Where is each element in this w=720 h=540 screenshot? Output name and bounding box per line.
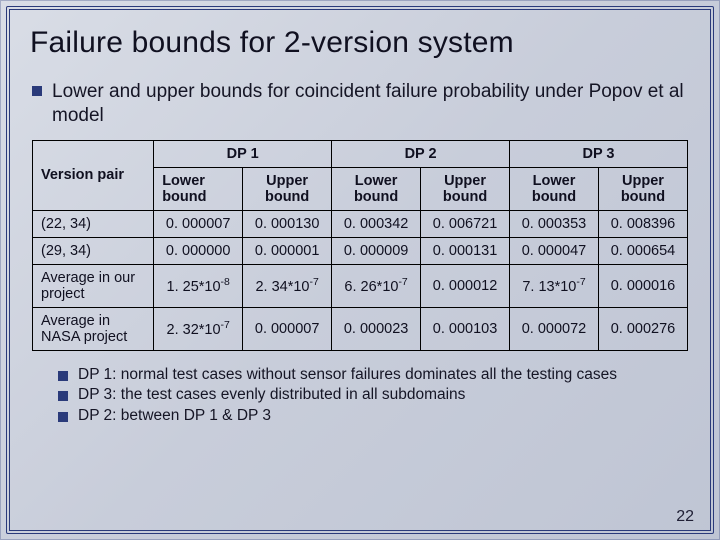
cell: 2. 32*10-7 xyxy=(154,307,243,350)
bullet-icon xyxy=(32,86,42,96)
table-row: Average in our project1. 25*10-82. 34*10… xyxy=(33,264,688,307)
col-dp3-lower: Lower bound xyxy=(510,167,599,210)
lead-bullet: Lower and upper bounds for coincident fa… xyxy=(32,80,688,128)
cell: 0. 000131 xyxy=(421,237,510,264)
col-dp1-upper: Upper bound xyxy=(243,167,332,210)
col-dp1: DP 1 xyxy=(154,140,332,167)
bullet-icon xyxy=(58,412,68,422)
cell: 0. 000654 xyxy=(598,237,687,264)
cell: 1. 25*10-8 xyxy=(154,264,243,307)
col-dp2-lower: Lower bound xyxy=(332,167,421,210)
note-1: DP 1: normal test cases without sensor f… xyxy=(78,365,617,386)
row-label: Average in NASA project xyxy=(33,307,154,350)
cell: 2. 34*10-7 xyxy=(243,264,332,307)
cell: 6. 26*10-7 xyxy=(332,264,421,307)
cell: 0. 000007 xyxy=(243,307,332,350)
col-dp2: DP 2 xyxy=(332,140,510,167)
cell: 0. 000009 xyxy=(332,237,421,264)
cell: 0. 000001 xyxy=(243,237,332,264)
col-dp3-upper: Upper bound xyxy=(598,167,687,210)
note-3: DP 2: between DP 1 & DP 3 xyxy=(78,406,271,427)
cell: 0. 000103 xyxy=(421,307,510,350)
bullet-icon xyxy=(58,371,68,381)
cell: 0. 000047 xyxy=(510,237,599,264)
row-label: Average in our project xyxy=(33,264,154,307)
bullet-icon xyxy=(58,391,68,401)
note-2: DP 3: the test cases evenly distributed … xyxy=(78,385,465,406)
cell: 0. 000342 xyxy=(332,210,421,237)
cell: 0. 000023 xyxy=(332,307,421,350)
cell: 0. 000353 xyxy=(510,210,599,237)
cell: 0. 000276 xyxy=(598,307,687,350)
cell: 0. 000000 xyxy=(154,237,243,264)
cell: 0. 000130 xyxy=(243,210,332,237)
col-dp2-upper: Upper bound xyxy=(421,167,510,210)
footnotes: DP 1: normal test cases without sensor f… xyxy=(32,365,688,428)
col-dp3: DP 3 xyxy=(510,140,688,167)
cell: 0. 000012 xyxy=(421,264,510,307)
row-label: (29, 34) xyxy=(33,237,154,264)
bounds-table: Version pair DP 1 DP 2 DP 3 Lower bound … xyxy=(32,140,688,351)
table-row: (29, 34)0. 0000000. 0000010. 0000090. 00… xyxy=(33,237,688,264)
table-row: Average in NASA project2. 32*10-70. 0000… xyxy=(33,307,688,350)
col-dp1-lower: Lower bound xyxy=(154,167,243,210)
cell: 0. 000016 xyxy=(598,264,687,307)
slide-title: Failure bounds for 2-version system xyxy=(30,26,706,60)
cell: 0. 008396 xyxy=(598,210,687,237)
col-version-pair: Version pair xyxy=(33,140,154,210)
cell: 7. 13*10-7 xyxy=(510,264,599,307)
table-row: (22, 34)0. 0000070. 0001300. 0003420. 00… xyxy=(33,210,688,237)
cell: 0. 006721 xyxy=(421,210,510,237)
cell: 0. 000072 xyxy=(510,307,599,350)
lead-text: Lower and upper bounds for coincident fa… xyxy=(52,80,688,128)
row-label: (22, 34) xyxy=(33,210,154,237)
cell: 0. 000007 xyxy=(154,210,243,237)
page-number: 22 xyxy=(676,508,694,526)
